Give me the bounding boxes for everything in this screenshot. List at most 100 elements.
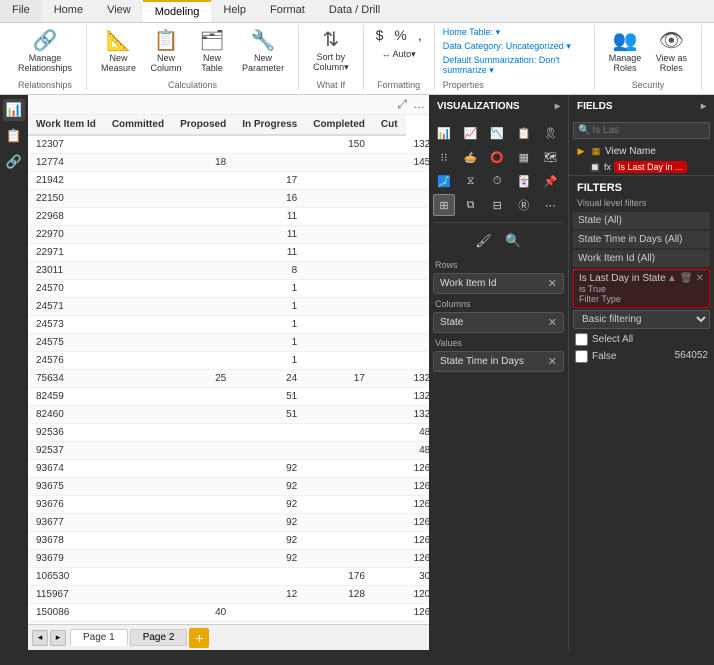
filter-entry-state-time[interactable]: State Time in Days (All) [573, 231, 710, 248]
table-cell [373, 550, 406, 568]
viz-table[interactable]: ⊟ [486, 194, 508, 216]
auto-format-button[interactable]: ↔ Auto▾ [378, 47, 420, 62]
columns-pill-label: State [440, 317, 463, 328]
fields-search-input[interactable] [592, 125, 705, 136]
data-category-item[interactable]: Data Category: Uncategorized ▾ [443, 41, 586, 52]
filter-type-select[interactable]: Basic filtering [573, 310, 710, 329]
table-cell: 17 [234, 172, 305, 190]
select-all-checkbox[interactable] [575, 333, 588, 346]
columns-pill-remove[interactable]: ✕ [548, 316, 557, 329]
data-view-icon[interactable]: 📋 [3, 125, 25, 147]
table-cell: 93675 [28, 478, 104, 496]
filter-remove-icon[interactable]: ✕ [696, 273, 704, 284]
tab-help[interactable]: Help [211, 0, 258, 22]
values-label: Values [429, 335, 568, 349]
rows-pill-remove[interactable]: ✕ [548, 277, 557, 290]
expand-icon[interactable]: ⤢ [397, 97, 407, 112]
viz-line-stacked[interactable]: 📋 [513, 122, 535, 144]
tab-modeling[interactable]: Modeling [143, 0, 212, 22]
viz-r-visual[interactable]: Ⓡ [513, 194, 535, 216]
filter-entry-work-item-id[interactable]: Work Item Id (All) [573, 250, 710, 267]
table-cell [172, 226, 234, 244]
filter-entry-last-day[interactable]: Is Last Day in State ▲ 🗑 ✕ is True Filte… [573, 269, 710, 308]
new-group-button[interactable]: ➕ NewGroup [710, 28, 714, 76]
table-cell: 1266 [406, 550, 429, 568]
model-view-icon[interactable]: 🔗 [3, 151, 25, 173]
field-active-item[interactable]: 🔲 fx Is Last Day in ... [569, 159, 714, 175]
manage-roles-button[interactable]: 👥 ManageRoles [603, 28, 648, 76]
next-page-arrow[interactable]: ▸ [50, 630, 66, 646]
home-table-item[interactable]: Home Table: ▾ [443, 27, 586, 38]
prev-page-arrow[interactable]: ◂ [32, 630, 48, 646]
table-cell [373, 478, 406, 496]
tab-view[interactable]: View [95, 0, 143, 22]
viz-pie[interactable]: 🥧 [460, 146, 482, 168]
sort-by-column-button[interactable]: ⇅ Sort byColumn▾ [307, 27, 355, 76]
view-as-roles-button[interactable]: 👁 View asRoles [649, 28, 693, 76]
table-cell [373, 586, 406, 604]
calculations-group-label: Calculations [168, 78, 217, 90]
viz-donut[interactable]: ⭕ [486, 146, 508, 168]
table-cell [373, 370, 406, 388]
viz-scatter[interactable]: ⁝⁝ [433, 146, 455, 168]
table-cell [234, 442, 305, 460]
report-view-icon[interactable]: 📊 [3, 99, 25, 121]
viz-more[interactable]: ⋯ [539, 194, 561, 216]
currency-button[interactable]: $ [372, 25, 388, 45]
viz-area[interactable]: 📉 [486, 122, 508, 144]
columns-state-pill[interactable]: State ✕ [433, 312, 564, 333]
filter-collapse-icon[interactable]: ▲ [667, 273, 677, 284]
visualizations-expand-icon[interactable]: ▸ [555, 101, 560, 112]
tab-home[interactable]: Home [42, 0, 95, 22]
more-options-icon[interactable]: … [413, 97, 425, 112]
field-view-name-item[interactable]: ▶ ▦ View Name [569, 143, 714, 159]
new-parameter-button[interactable]: 🔧 NewParameter [236, 28, 290, 76]
viz-filled-map[interactable]: 🗾 [433, 170, 455, 192]
rows-work-item-id-pill[interactable]: Work Item Id ✕ [433, 273, 564, 294]
col-header-in-progress: In Progress [234, 115, 305, 135]
table-cell [373, 226, 406, 244]
table-cell [172, 532, 234, 550]
viz-slicer[interactable]: ⧉ [460, 194, 482, 216]
tab-format[interactable]: Format [258, 0, 317, 22]
fields-expand-icon[interactable]: ▸ [701, 101, 706, 112]
table-cell: 484 [406, 424, 429, 442]
table-cell [305, 604, 373, 622]
viz-stacked-bar[interactable]: 📊 [433, 122, 455, 144]
viz-gauge[interactable]: ⏱ [486, 170, 508, 192]
percent-button[interactable]: % [390, 25, 410, 45]
tab-file[interactable]: File [0, 0, 42, 22]
table-cell [406, 172, 429, 190]
page-tab-2[interactable]: Page 2 [130, 629, 188, 646]
viz-kpi[interactable]: 📌 [539, 170, 561, 192]
filter-clear-icon[interactable]: 🗑 [680, 273, 693, 284]
view-name-label: View Name [605, 146, 656, 157]
table-cell: 40 [172, 604, 234, 622]
viz-analytics-icon[interactable]: 🔍 [502, 229, 526, 253]
comma-button[interactable]: , [414, 25, 426, 45]
viz-ribbon[interactable]: 🎗 [539, 122, 561, 144]
viz-line[interactable]: 📈 [460, 122, 482, 144]
table-cell [172, 550, 234, 568]
new-table-button[interactable]: 🗂 NewTable [190, 28, 234, 76]
manage-relationships-label: ManageRelationships [18, 53, 72, 73]
manage-relationships-button[interactable]: 🔗 ManageRelationships [12, 28, 78, 76]
viz-funnel[interactable]: ⧖ [460, 170, 482, 192]
table-cell: 11 [234, 226, 305, 244]
new-column-button[interactable]: 📋 NewColumn [144, 28, 188, 76]
values-state-time-pill[interactable]: State Time in Days ✕ [433, 351, 564, 372]
new-measure-button[interactable]: 📐 NewMeasure [95, 28, 142, 76]
default-summarization-item[interactable]: Default Summarization: Don't summarize ▾ [443, 55, 586, 76]
viz-treemap[interactable]: ▦ [513, 146, 535, 168]
add-page-button[interactable]: + [189, 628, 209, 648]
false-checkbox[interactable] [575, 350, 588, 363]
viz-matrix[interactable]: ⊞ [433, 194, 455, 216]
viz-card[interactable]: 🃏 [513, 170, 535, 192]
page-tab-1[interactable]: Page 1 [70, 629, 128, 646]
filter-entry-state[interactable]: State (All) [573, 212, 710, 229]
viz-map[interactable]: 🗺 [539, 146, 561, 168]
filter-entry-action-icons: ▲ 🗑 ✕ [667, 273, 704, 284]
tab-data-drill[interactable]: Data / Drill [317, 0, 392, 22]
viz-format-icon[interactable]: 🖌 [472, 229, 496, 253]
values-pill-remove[interactable]: ✕ [548, 355, 557, 368]
